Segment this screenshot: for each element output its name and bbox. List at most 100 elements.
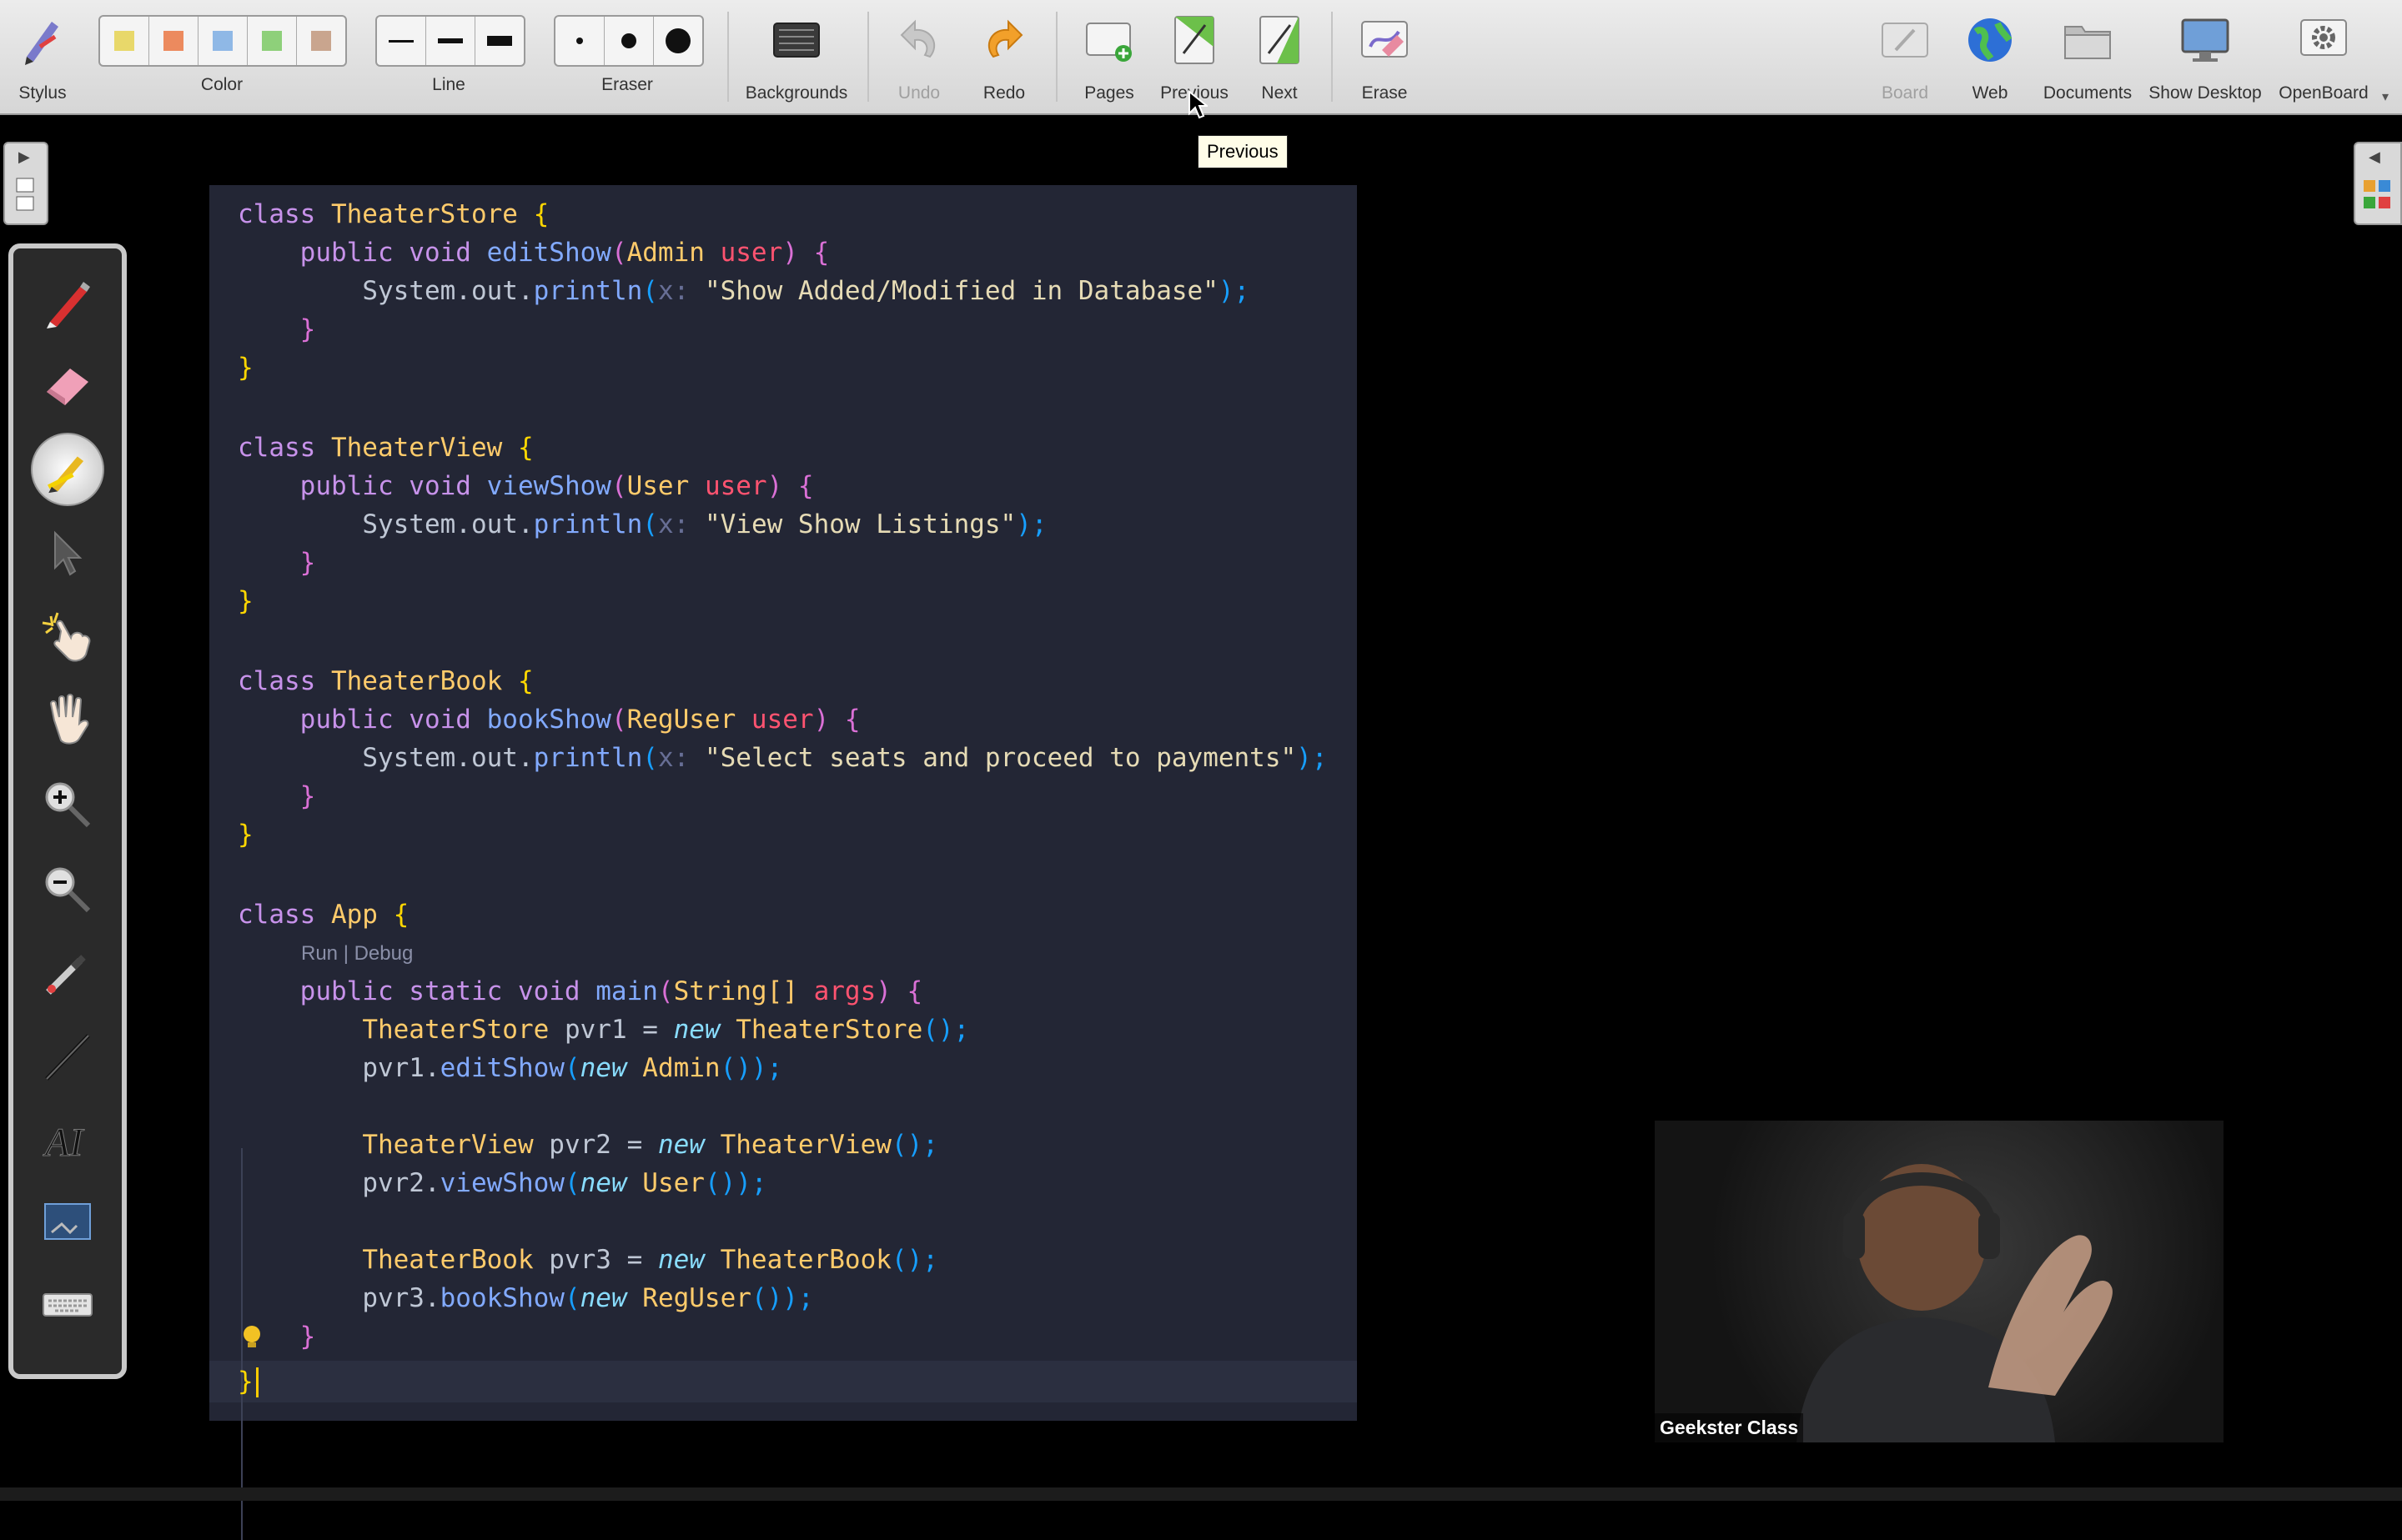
code-line-21: pvr2.viewShow(new User()); <box>362 1168 767 1198</box>
code-line-6: class TheaterView { <box>238 433 534 463</box>
color-swatch-yellow[interactable] <box>100 17 149 65</box>
laser-pointer-button[interactable] <box>30 936 105 1011</box>
redo-label: Redo <box>982 83 1026 103</box>
color-swatch-brown[interactable] <box>297 17 345 65</box>
eraser-tool-button[interactable] <box>30 347 105 422</box>
code-line-24: } <box>299 1322 316 1352</box>
code-line-11: class TheaterBook { <box>238 666 534 696</box>
color-swatch-orange[interactable] <box>149 17 198 65</box>
participant-name-label: Geekster Class <box>1655 1413 1804 1442</box>
capture-tool-button[interactable] <box>30 1186 105 1261</box>
pages-label: Pages <box>1084 83 1134 103</box>
toolbar-divider <box>867 12 869 102</box>
eraser-icon <box>47 369 88 405</box>
tool-dock: AI <box>8 243 127 1379</box>
eraser-medium-button[interactable] <box>605 17 654 65</box>
code-line-1: class TheaterStore { <box>238 199 550 229</box>
code-line-5: } <box>238 353 254 383</box>
previous-page-icon <box>1174 16 1214 64</box>
toolbar-divider <box>727 12 729 102</box>
next-page-button[interactable]: Next <box>1246 8 1313 108</box>
virtual-keyboard-button[interactable] <box>30 1267 105 1342</box>
line-icon <box>45 1034 90 1081</box>
text-icon: AI <box>43 1121 85 1166</box>
backgrounds-button[interactable]: Backgrounds <box>742 8 851 108</box>
openboard-menu-button[interactable]: OpenBoard <box>2279 8 2369 108</box>
eraser-label: Eraser <box>601 75 653 94</box>
code-line-7: public void viewShow(User user) { <box>299 471 814 501</box>
hand-tool-button[interactable] <box>30 682 105 757</box>
code-line-15: } <box>238 820 254 850</box>
run-debug-codelens[interactable]: Run | Debug <box>301 942 413 966</box>
web-button[interactable]: Web <box>1957 8 2023 108</box>
chevron-down-icon[interactable]: ▾ <box>2382 88 2389 105</box>
undo-button[interactable]: Undo <box>886 8 952 108</box>
show-desktop-button[interactable]: Show Desktop <box>2148 8 2262 108</box>
code-line-2: public void editShow(Admin user) { <box>299 238 830 268</box>
code-line-20: TheaterView pvr2 = new TheaterView(); <box>362 1130 938 1160</box>
code-line-13: System.out.println(x: "Select seats and … <box>362 743 1328 773</box>
expand-arrow-icon: ▶ <box>18 148 30 165</box>
stylus-label: Stylus <box>18 83 67 103</box>
pointing-hand-icon <box>42 612 91 662</box>
line-label: Line <box>432 75 465 94</box>
show-desktop-label: Show Desktop <box>2148 83 2262 103</box>
line-thick-button[interactable] <box>475 17 524 65</box>
stylus-icon <box>25 22 58 65</box>
selector-tool-button[interactable] <box>30 515 105 590</box>
code-line-16: class App { <box>238 900 410 930</box>
color-palette <box>98 15 347 67</box>
board-label: Board <box>1881 83 1929 103</box>
webcam-video-tile: Geekster Class <box>1655 1121 2224 1442</box>
line-tool-button[interactable] <box>30 1019 105 1094</box>
globe-icon <box>1968 18 2013 62</box>
toolbar-divider <box>1056 12 1058 102</box>
text-tool-button[interactable]: AI <box>30 1102 105 1177</box>
add-page-icon <box>1086 23 1132 62</box>
code-line-10: } <box>238 586 254 616</box>
left-panel-toggle[interactable]: ▶ <box>3 142 48 225</box>
erase-button[interactable]: Erase <box>1351 8 1418 108</box>
toolbar-divider <box>1331 12 1333 102</box>
keyboard-icon <box>43 1293 93 1317</box>
line-medium-button[interactable] <box>426 17 475 65</box>
zoom-in-tool-button[interactable] <box>30 767 105 842</box>
hand-icon <box>49 694 89 745</box>
line-thin-button[interactable] <box>377 17 426 65</box>
monitor-icon <box>2181 18 2229 62</box>
color-swatch-green[interactable] <box>248 17 297 65</box>
interact-tool-button[interactable] <box>30 599 105 674</box>
pages-button[interactable]: Pages <box>1076 8 1143 108</box>
text-cursor <box>256 1367 259 1397</box>
board-button[interactable]: Board <box>1872 8 1938 108</box>
code-line-22: TheaterBook pvr3 = new TheaterBook(); <box>362 1245 938 1275</box>
pen-tool-button[interactable] <box>30 265 105 340</box>
zoom-out-icon <box>45 867 91 913</box>
collapse-arrow-icon: ◀ <box>2369 148 2380 165</box>
eraser-large-button[interactable] <box>654 17 702 65</box>
documents-button[interactable]: Documents <box>2042 8 2133 108</box>
board-icon <box>1882 23 1928 58</box>
code-line-19: pvr1.editShow(new Admin()); <box>362 1053 783 1083</box>
screen-capture-icon <box>44 1203 91 1240</box>
highlighter-active-ring <box>31 433 104 506</box>
library-icon <box>2364 180 2390 208</box>
laser-pointer-icon <box>46 955 86 995</box>
next-page-icon <box>1259 16 1299 64</box>
right-panel-toggle[interactable]: ◀ <box>2354 142 2402 225</box>
code-line-18: TheaterStore pvr1 = new TheaterStore(); <box>362 1015 970 1045</box>
code-line-25: } <box>238 1367 254 1397</box>
code-line-17: public static void main(String[] args) { <box>299 976 923 1006</box>
code-line-8: System.out.println(x: "View Show Listing… <box>362 509 1048 539</box>
eraser-small-button[interactable] <box>555 17 605 65</box>
tooltip: Previous <box>1198 135 1288 168</box>
stylus-button[interactable]: Stylus <box>7 8 78 108</box>
backgrounds-icon <box>773 23 820 58</box>
code-line-23: pvr3.bookShow(new RegUser()); <box>362 1283 814 1313</box>
code-line-3: System.out.println(x: "Show Added/Modifi… <box>362 276 1250 306</box>
color-label: Color <box>200 75 244 94</box>
highlighter-tool-button[interactable] <box>30 432 105 507</box>
redo-button[interactable]: Redo <box>971 8 1038 108</box>
zoom-out-tool-button[interactable] <box>30 852 105 927</box>
color-swatch-blue[interactable] <box>198 17 248 65</box>
